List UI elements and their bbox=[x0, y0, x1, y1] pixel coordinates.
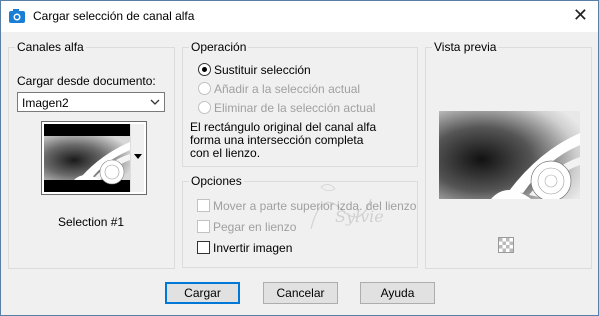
load-button[interactable]: Cargar bbox=[165, 282, 240, 304]
radio-dot bbox=[202, 67, 207, 72]
thumbnail-dropdown[interactable] bbox=[130, 124, 144, 192]
operation-title: Operación bbox=[189, 40, 249, 54]
paste-in-canvas-label[interactable]: Pegar en lienzo bbox=[213, 220, 296, 234]
caret-down-icon bbox=[134, 154, 142, 159]
document-select-value: Imagen2 bbox=[22, 96, 69, 110]
add-to-selection-label[interactable]: Añadir a la selección actual bbox=[214, 82, 360, 96]
window-title: Cargar selección de canal alfa bbox=[33, 9, 195, 23]
remove-from-selection-radio[interactable] bbox=[198, 101, 211, 114]
replace-selection-radio[interactable] bbox=[198, 63, 211, 76]
channel-thumbnail bbox=[44, 124, 130, 192]
invert-image-checkbox[interactable] bbox=[197, 241, 210, 254]
channel-thumbnail-picker[interactable] bbox=[41, 121, 147, 195]
transparency-checker-icon[interactable] bbox=[498, 237, 514, 253]
document-select[interactable]: Imagen2 bbox=[17, 92, 165, 112]
camera-icon bbox=[9, 9, 25, 23]
title-bar: Cargar selección de canal alfa ✕ bbox=[1, 1, 598, 32]
close-button[interactable]: ✕ bbox=[573, 6, 588, 24]
chevron-down-icon bbox=[150, 99, 160, 105]
alpha-channels-title: Canales alfa bbox=[15, 40, 86, 54]
paste-in-canvas-checkbox[interactable] bbox=[197, 220, 210, 233]
move-to-top-left-checkbox[interactable] bbox=[197, 199, 210, 212]
cancel-button[interactable]: Cancelar bbox=[263, 282, 338, 304]
help-button[interactable]: Ayuda bbox=[360, 282, 435, 304]
preview-image bbox=[439, 111, 580, 199]
invert-image-label[interactable]: Invertir imagen bbox=[213, 241, 292, 255]
preview-title: Vista previa bbox=[432, 40, 499, 54]
options-title: Opciones bbox=[189, 174, 244, 188]
watermark-text: Sylvie bbox=[335, 207, 384, 226]
add-to-selection-radio[interactable] bbox=[198, 82, 211, 95]
operation-description: El rectángulo original del canal alfa fo… bbox=[190, 120, 377, 160]
dialog-window: Cargar selección de canal alfa ✕ Canales… bbox=[0, 0, 599, 316]
selection-name: Selection #1 bbox=[58, 215, 125, 229]
remove-from-selection-label[interactable]: Eliminar de la selección actual bbox=[214, 101, 375, 115]
watermark: Sylvie bbox=[301, 179, 411, 239]
replace-selection-label[interactable]: Sustituir selección bbox=[214, 63, 311, 77]
load-from-document-label: Cargar desde documento: bbox=[17, 74, 156, 88]
